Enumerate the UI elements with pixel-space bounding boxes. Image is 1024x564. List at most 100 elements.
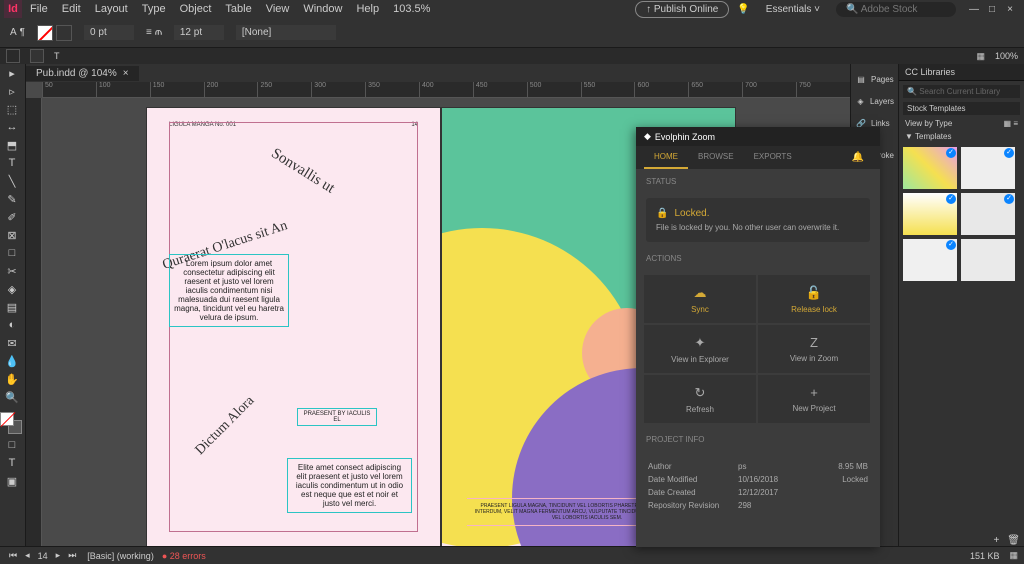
zoom-tab-exports[interactable]: EXPORTS	[744, 146, 802, 169]
app-logo: Id	[4, 0, 22, 18]
menu-edit[interactable]: Edit	[56, 1, 87, 17]
paragraph-style-dropdown[interactable]: [None]	[236, 25, 336, 40]
fit-icon[interactable]: ▦	[976, 51, 985, 62]
preflight-errors[interactable]: ● 28 errors	[162, 551, 206, 561]
release-lock-button[interactable]: 🔓Release lock	[758, 275, 870, 323]
distribute-icon[interactable]: ⫙	[155, 27, 162, 38]
text-frame-body[interactable]: Lorem ipsum dolor amet consectetur adipi…	[169, 254, 289, 327]
eyedropper-tool[interactable]: 💧	[0, 352, 24, 370]
fill-stroke-swatches[interactable]	[0, 412, 24, 436]
preflight-preset[interactable]: [Basic] (working)	[87, 551, 154, 561]
scissors-tool[interactable]: ✂	[0, 262, 24, 280]
content-collector-tool[interactable]: ⬒	[0, 136, 24, 154]
tab-close-icon[interactable]: ×	[123, 68, 129, 79]
char-format-icon[interactable]: A	[10, 27, 17, 38]
selection-tool[interactable]: ▸	[0, 64, 24, 82]
menu-bar: Id File Edit Layout Type Object Table Vi…	[0, 0, 1024, 18]
view-zoom-input[interactable]: 100%	[995, 51, 1018, 61]
zoom-tool[interactable]: 🔍	[0, 388, 24, 406]
lib-add-icon[interactable]: +	[993, 535, 999, 546]
last-page-icon[interactable]: ⏭	[65, 550, 79, 561]
type-tool[interactable]: T	[0, 154, 24, 172]
menu-help[interactable]: Help	[350, 1, 385, 17]
panel-pages[interactable]: ▤Pages	[851, 68, 898, 90]
template-thumb[interactable]: ✓	[903, 193, 957, 235]
pages-icon: ▤	[855, 75, 867, 84]
template-thumb[interactable]: ✓	[961, 147, 1015, 189]
new-project-button[interactable]: +New Project	[758, 375, 870, 423]
first-page-icon[interactable]: ⏮	[6, 550, 20, 561]
free-transform-tool[interactable]: ◈	[0, 280, 24, 298]
template-thumb[interactable]: ✓	[903, 239, 957, 281]
gap-tool[interactable]: ↔	[0, 118, 24, 136]
gradient-feather-tool[interactable]: ◐	[0, 316, 24, 334]
note-tool[interactable]: ✉	[0, 334, 24, 352]
pencil-tool[interactable]: ✐	[0, 208, 24, 226]
screen-mode-icon[interactable]: ▣	[0, 472, 24, 490]
menu-type[interactable]: Type	[136, 1, 172, 17]
template-thumb[interactable]	[961, 239, 1015, 281]
format-container-icon[interactable]: □	[0, 436, 24, 454]
kerning-input[interactable]: 12 pt	[174, 25, 224, 40]
text-frame-body2[interactable]: Elite amet consect adipiscing elit praes…	[287, 458, 412, 513]
align-icon[interactable]: ≡	[146, 27, 152, 38]
menu-object[interactable]: Object	[174, 1, 218, 17]
page-tool[interactable]: ⬚	[0, 100, 24, 118]
toolbox: ▸ ▹ ⬚ ↔ ⬒ T ╲ ✎ ✐ ⊠ □ ✂ ◈ ▤ ◐ ✉ 💧 ✋ 🔍 □ …	[0, 64, 26, 546]
rectangle-tool[interactable]: □	[0, 244, 24, 262]
close-icon[interactable]: ×	[1004, 4, 1016, 15]
templates-section[interactable]: ▼ Templates	[899, 130, 1024, 143]
zoom-tab-browse[interactable]: BROWSE	[688, 146, 744, 169]
menu-file[interactable]: File	[24, 1, 54, 17]
minimize-icon[interactable]: —	[968, 4, 980, 15]
library-select-dropdown[interactable]: Stock Templates	[903, 102, 1020, 115]
pen-tool[interactable]: ✎	[0, 190, 24, 208]
fill-swatch-2[interactable]	[6, 49, 20, 63]
next-page-icon[interactable]: ▸	[53, 550, 64, 561]
control-bar-2: T ▦ 100%	[0, 48, 1024, 64]
direct-selection-tool[interactable]: ▹	[0, 82, 24, 100]
menu-window[interactable]: Window	[297, 1, 348, 17]
line-tool[interactable]: ╲	[0, 172, 24, 190]
menu-table[interactable]: Table	[219, 1, 257, 17]
text-color-icon[interactable]: T	[54, 51, 60, 61]
stroke-swatch-2[interactable]	[30, 49, 44, 63]
stroke-weight-input[interactable]: 0 pt	[84, 25, 134, 40]
hand-tool[interactable]: ✋	[0, 370, 24, 388]
gradient-swatch-tool[interactable]: ▤	[0, 298, 24, 316]
page-number-field[interactable]: 14	[35, 551, 51, 561]
view-in-zoom-button[interactable]: ZView in Zoom	[758, 325, 870, 373]
view-in-explorer-button[interactable]: ✦View in Explorer	[644, 325, 756, 373]
status-menu-icon[interactable]: ▦	[1009, 550, 1018, 561]
libraries-header[interactable]: CC Libraries	[899, 64, 1024, 81]
stroke-swatch[interactable]	[56, 25, 72, 41]
fill-swatch[interactable]	[37, 25, 53, 41]
lib-delete-icon[interactable]: 🗑	[1007, 535, 1020, 546]
publish-online-button[interactable]: ↑ Publish Online	[635, 1, 729, 18]
refresh-button[interactable]: ↻Refresh	[644, 375, 756, 423]
rectangle-frame-tool[interactable]: ⊠	[0, 226, 24, 244]
para-format-icon[interactable]: ¶	[20, 27, 25, 38]
library-search-input[interactable]: 🔍 Search Current Library	[903, 85, 1020, 98]
menu-zoom-level[interactable]: 103.5%	[387, 1, 436, 17]
maximize-icon[interactable]: □	[986, 4, 998, 15]
workspace-dropdown[interactable]: Essentials ˅	[758, 2, 828, 17]
page-navigator[interactable]: ⏮ ◂ 14 ▸ ⏭	[6, 550, 79, 561]
stock-search-input[interactable]: 🔍 Adobe Stock	[836, 2, 956, 17]
zoom-tab-home[interactable]: HOME	[644, 146, 688, 169]
format-text-icon[interactable]: T	[0, 454, 24, 472]
notifications-icon[interactable]: 🔔	[844, 146, 872, 169]
template-thumb[interactable]: ✓	[961, 193, 1015, 235]
page-left[interactable]: LIGULA MANGA No. 00114 Sonvallis ut Qura…	[146, 107, 441, 546]
document-tab[interactable]: Pub.indd @ 104%×	[26, 66, 139, 81]
view-grid-icon[interactable]: ▦ ≡	[1004, 119, 1018, 128]
credit-frame[interactable]: PRAESENT BY IACULIS EL	[297, 408, 377, 426]
menu-layout[interactable]: Layout	[89, 1, 134, 17]
sync-button[interactable]: ☁Sync	[644, 275, 756, 323]
lightbulb-icon[interactable]: 💡	[737, 4, 749, 15]
template-thumb[interactable]: ✓	[903, 147, 957, 189]
prev-page-icon[interactable]: ◂	[22, 550, 33, 561]
zoom-panel-header[interactable]: ◆Evolphin Zoom	[636, 127, 880, 146]
panel-layers[interactable]: ◈Layers	[851, 90, 898, 112]
menu-view[interactable]: View	[260, 1, 296, 17]
